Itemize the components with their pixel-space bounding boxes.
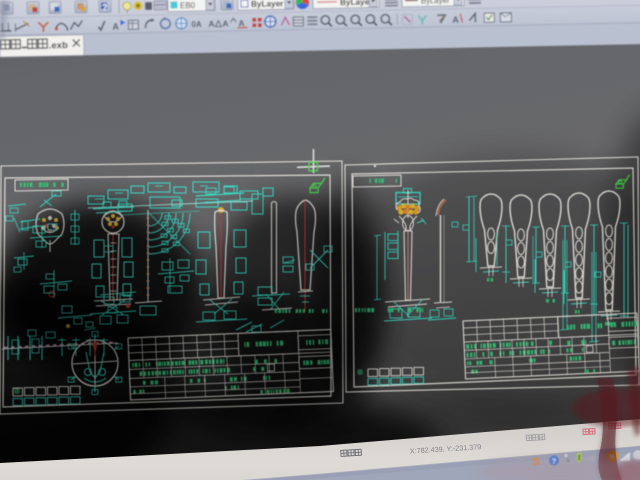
svg-text:ByLayer: ByLayer xyxy=(340,0,373,7)
svg-text:A: A xyxy=(112,22,119,32)
svg-text:.exb: .exb xyxy=(49,40,68,51)
svg-text:A: A xyxy=(222,18,228,28)
svg-text:A: A xyxy=(238,18,244,28)
svg-text:ByLayer: ByLayer xyxy=(421,0,450,6)
svg-text:0A: 0A xyxy=(191,20,202,29)
svg-text:EB0: EB0 xyxy=(180,1,196,10)
svg-text:A: A xyxy=(208,19,214,29)
svg-text:ByLayer: ByLayer xyxy=(251,0,284,9)
svg-text:A: A xyxy=(452,15,459,25)
svg-text:?: ? xyxy=(102,2,108,12)
